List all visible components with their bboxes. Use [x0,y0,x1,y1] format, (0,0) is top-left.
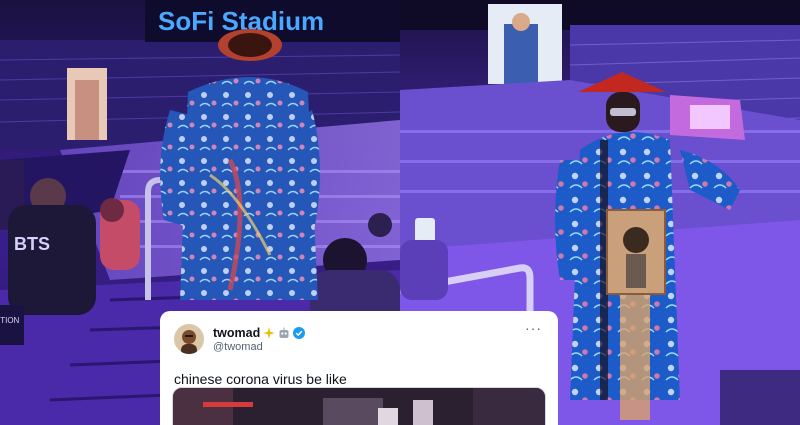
tweet-card[interactable]: twomad @twomad ··· chinese corona virus … [160,311,558,425]
sparkles-icon [263,326,276,339]
tweet-header: twomad @twomad ··· [172,321,546,357]
tweet-media-image [173,388,545,425]
corner-label: ITION [0,316,20,325]
robot-icon [278,327,290,339]
bts-shirt-text: BTS [14,234,50,254]
tweet-text: chinese corona virus be like [174,371,347,387]
more-options-button[interactable]: ··· [521,321,546,335]
avatar[interactable] [174,324,204,354]
tweet-media[interactable] [172,387,546,425]
tweet-names: twomad @twomad [213,326,306,353]
portrait-poster [606,209,666,295]
display-name[interactable]: twomad [213,326,260,340]
handle[interactable]: @twomad [213,341,305,353]
verified-icon [293,326,306,339]
